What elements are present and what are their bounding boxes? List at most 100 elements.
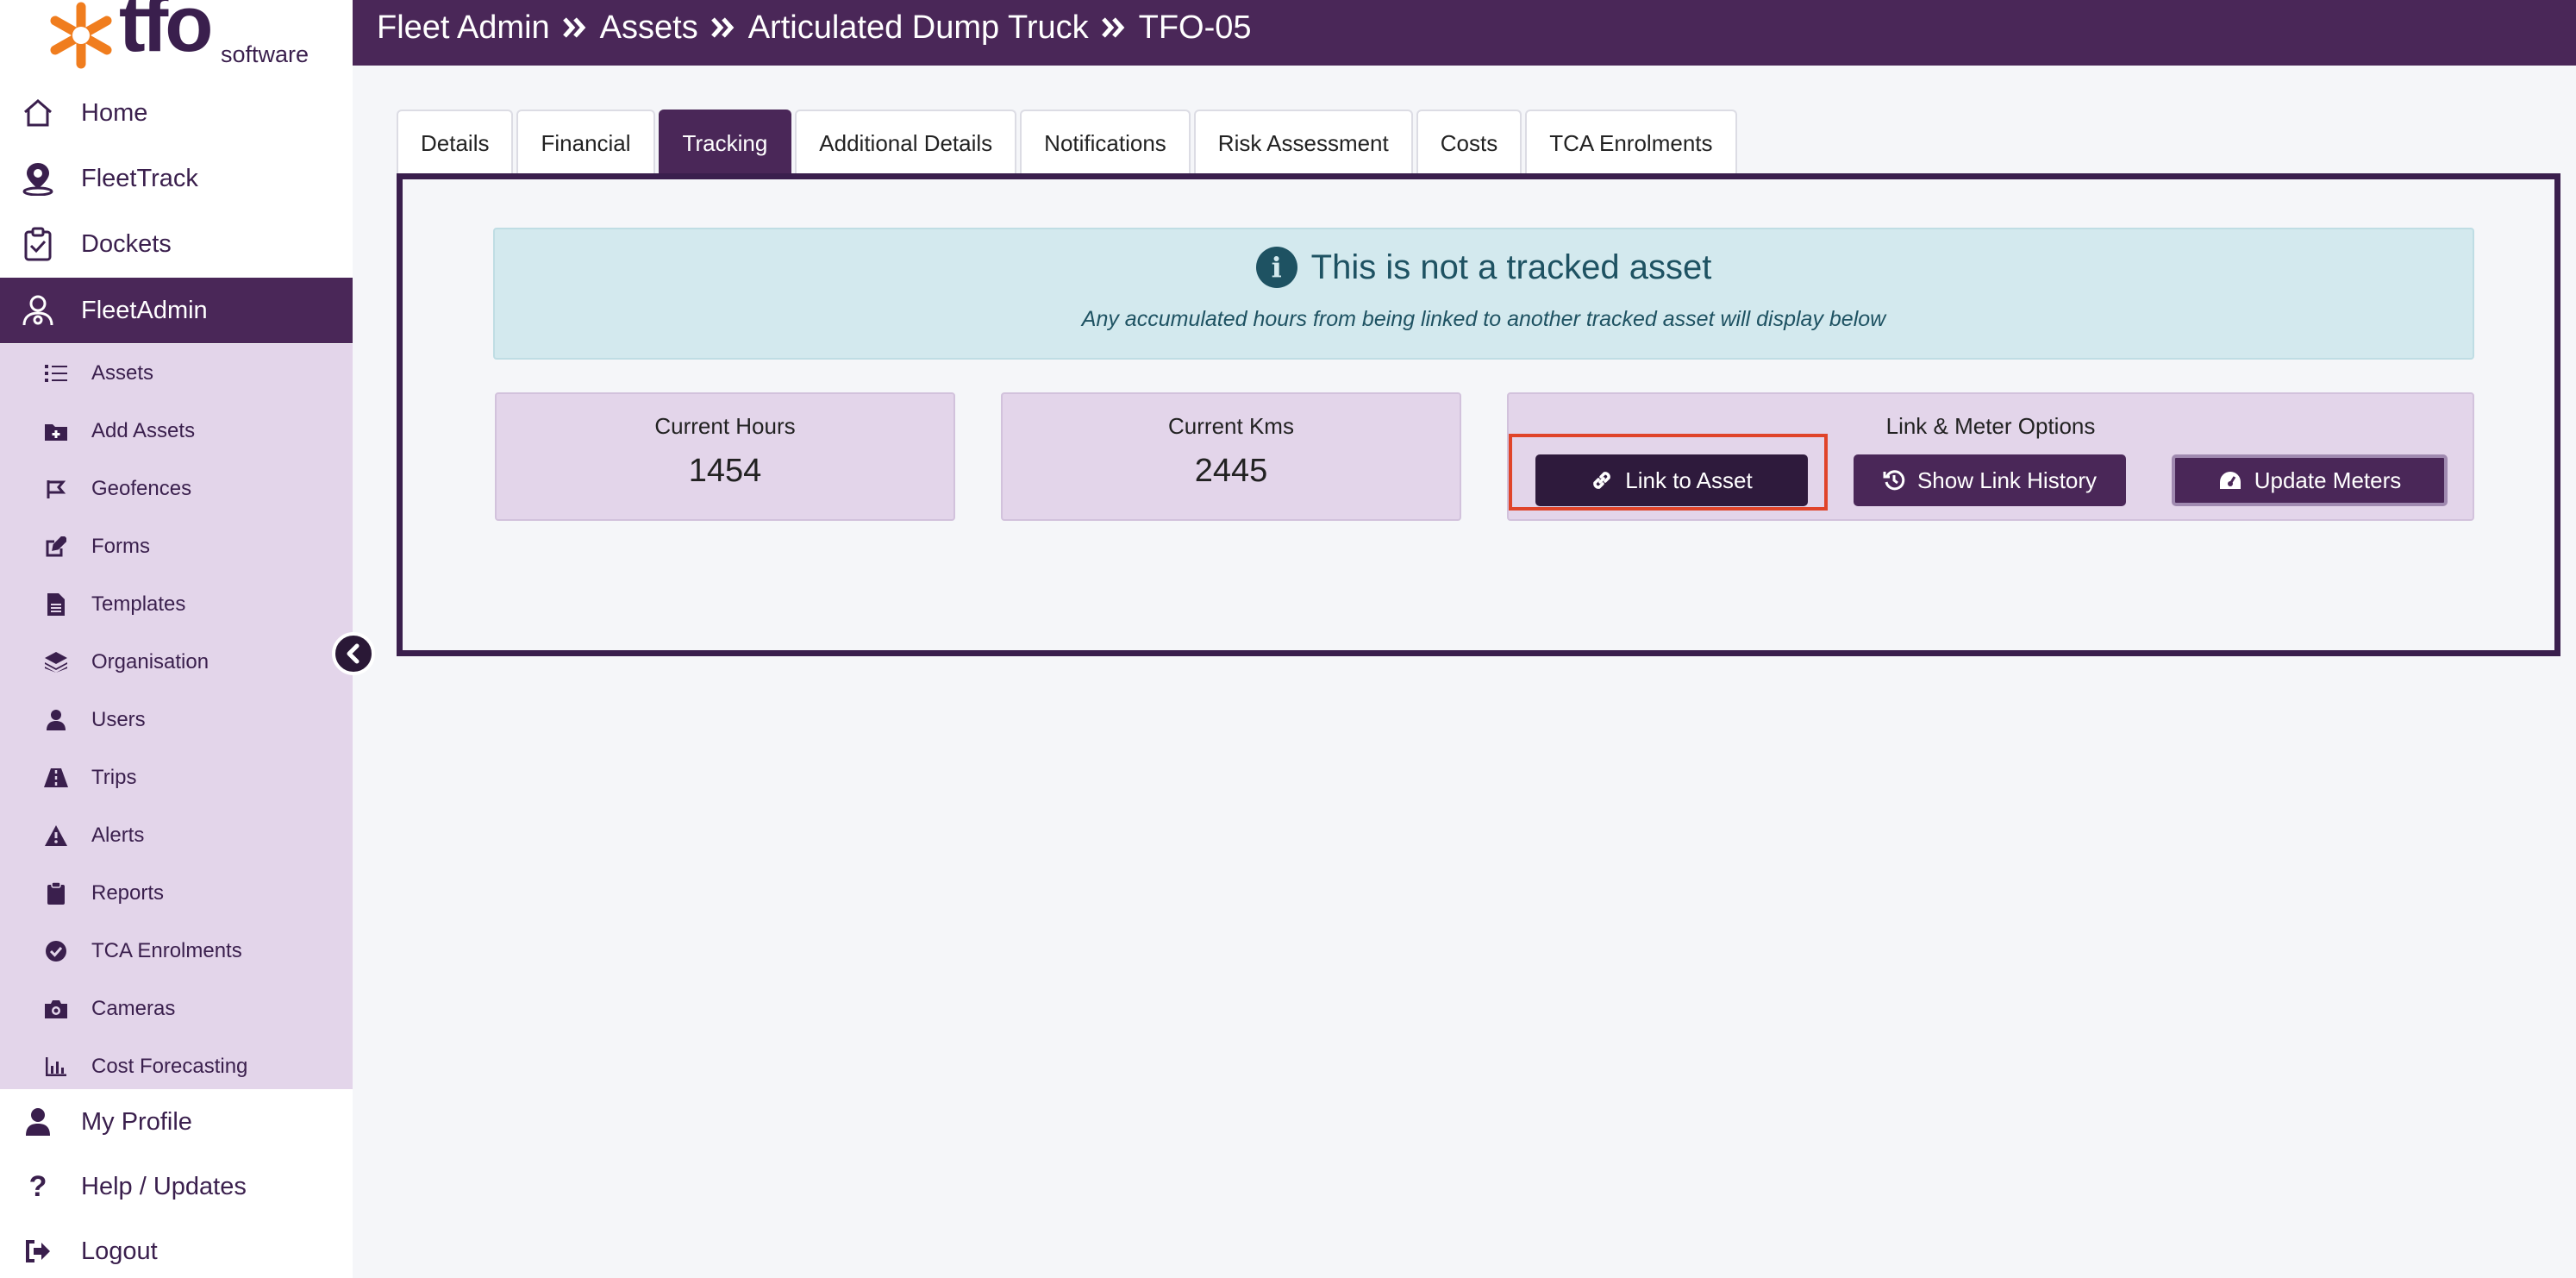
home-icon xyxy=(21,96,55,130)
sidebar-item-label: Geofences xyxy=(91,477,192,500)
tab-costs[interactable]: Costs xyxy=(1416,110,1522,175)
sidebar-item-label: Alerts xyxy=(91,824,145,847)
sidebar-item-label: Add Assets xyxy=(91,419,196,442)
sidebar-item-label: Templates xyxy=(91,592,186,616)
logout-icon xyxy=(21,1234,55,1269)
sidebar-item-label: FleetAdmin xyxy=(81,297,208,324)
clipboard-check-icon xyxy=(21,227,55,261)
sidebar-item-label: Trips xyxy=(91,766,137,789)
show-link-history-button[interactable]: Show Link History xyxy=(1854,454,2126,506)
camera-icon xyxy=(43,997,69,1021)
breadcrumb-item[interactable]: Fleet Admin xyxy=(377,0,550,55)
check-circle-icon xyxy=(43,939,69,963)
update-meters-label: Update Meters xyxy=(2254,467,2402,493)
bar-chart-icon xyxy=(43,1055,69,1079)
tab-risk-assessment[interactable]: Risk Assessment xyxy=(1193,110,1413,175)
tab-tca-enrolments[interactable]: TCA Enrolments xyxy=(1525,110,1737,175)
list-icon xyxy=(43,361,69,385)
tab-tracking[interactable]: Tracking xyxy=(658,110,792,175)
flag-icon xyxy=(43,477,69,501)
road-icon xyxy=(43,766,69,790)
info-icon: i xyxy=(1255,247,1297,288)
sidebar-item-label: My Profile xyxy=(81,1108,192,1136)
sidebar-item-help-updates[interactable]: ? Help / Updates xyxy=(0,1154,353,1219)
tab-details[interactable]: Details xyxy=(397,110,514,175)
highlight-box xyxy=(1509,434,1828,511)
gauge-icon xyxy=(2219,472,2241,489)
double-chevron-right-icon xyxy=(710,17,735,38)
tab-notifications[interactable]: Notifications xyxy=(1020,110,1191,175)
sidebar-item-label: TCA Enrolments xyxy=(91,939,242,962)
sidebar-item-users[interactable]: Users xyxy=(0,691,353,749)
user-icon xyxy=(43,708,69,732)
folder-plus-icon xyxy=(43,419,69,443)
sidebar-item-organisation[interactable]: Organisation xyxy=(0,633,353,691)
sidebar-item-label: Reports xyxy=(91,881,165,905)
file-icon xyxy=(43,592,69,617)
sidebar-item-dockets[interactable]: Dockets xyxy=(0,211,353,277)
sidebar-collapse-button[interactable] xyxy=(332,632,375,675)
breadcrumb: Fleet Admin Assets Articulated Dump Truc… xyxy=(377,0,1252,55)
sidebar-item-label: Home xyxy=(81,99,148,127)
current-kms-card: Current Kms 2445 xyxy=(1001,392,1461,521)
alert-title: This is not a tracked asset xyxy=(1310,247,1712,286)
location-pin-icon xyxy=(21,161,55,196)
fleetadmin-submenu: Assets Add Assets Geofences Forms Templa… xyxy=(0,344,353,1089)
breadcrumb-current: TFO-05 xyxy=(1138,9,1252,46)
asset-tabs: Details Financial Tracking Additional De… xyxy=(397,110,1741,175)
edit-icon xyxy=(43,535,69,559)
tab-financial[interactable]: Financial xyxy=(516,110,655,175)
sidebar-item-label: Users xyxy=(91,708,146,731)
current-kms-value: 2445 xyxy=(1194,453,1268,489)
sidebar-item-templates[interactable]: Templates xyxy=(0,575,353,633)
sidebar-item-cameras[interactable]: Cameras xyxy=(0,980,353,1037)
sidebar-item-my-profile[interactable]: My Profile xyxy=(0,1089,353,1155)
user-icon xyxy=(21,1105,55,1139)
sidebar-item-trips[interactable]: Trips xyxy=(0,749,353,806)
alert-subtitle: Any accumulated hours from being linked … xyxy=(1081,307,1886,331)
sidebar-item-cost-forecasting[interactable]: Cost Forecasting xyxy=(0,1037,353,1095)
user-gear-icon xyxy=(21,293,55,328)
history-icon xyxy=(1883,470,1905,491)
question-icon: ? xyxy=(28,1169,47,1203)
sidebar-item-label: Organisation xyxy=(91,650,209,673)
sidebar-item-add-assets[interactable]: Add Assets xyxy=(0,402,353,460)
breadcrumb-item[interactable]: Assets xyxy=(600,0,698,55)
double-chevron-right-icon xyxy=(562,17,586,38)
sidebar-item-assets[interactable]: Assets xyxy=(0,344,353,402)
sidebar-item-label: FleetTrack xyxy=(81,165,198,192)
sidebar-item-logout[interactable]: Logout xyxy=(0,1218,353,1278)
chevron-left-icon xyxy=(347,643,360,664)
sidebar-item-home[interactable]: Home xyxy=(0,80,353,146)
breadcrumb-item[interactable]: Articulated Dump Truck xyxy=(748,0,1089,55)
current-hours-card: Current Hours 1454 xyxy=(495,392,955,521)
update-meters-button[interactable]: Update Meters xyxy=(2172,454,2448,506)
sidebar-item-label: Assets xyxy=(91,361,154,385)
current-kms-label: Current Kms xyxy=(1168,413,1294,439)
asterisk-logo-icon xyxy=(50,2,112,69)
show-link-history-label: Show Link History xyxy=(1916,467,2098,493)
sidebar: tfo software Home FleetTrack Dockets Fle… xyxy=(0,0,353,1278)
sidebar-item-reports[interactable]: Reports xyxy=(0,864,353,922)
sidebar-item-label: Cost Forecasting xyxy=(91,1055,248,1078)
logo-subtext: software xyxy=(221,41,309,67)
sidebar-item-label: Dockets xyxy=(81,230,172,258)
sidebar-item-geofences[interactable]: Geofences xyxy=(0,460,353,517)
tracking-panel: i This is not a tracked asset Any accumu… xyxy=(397,173,2560,656)
sidebar-item-alerts[interactable]: Alerts xyxy=(0,806,353,864)
sidebar-item-label: Forms xyxy=(91,535,150,558)
layers-icon xyxy=(43,650,69,674)
sidebar-item-forms[interactable]: Forms xyxy=(0,517,353,575)
current-hours-value: 1454 xyxy=(688,453,762,489)
sidebar-item-tca-enrolments[interactable]: TCA Enrolments xyxy=(0,922,353,980)
tab-additional-details[interactable]: Additional Details xyxy=(795,110,1017,175)
sidebar-item-fleettrack[interactable]: FleetTrack xyxy=(0,146,353,211)
current-hours-label: Current Hours xyxy=(654,413,796,439)
sidebar-item-fleetadmin[interactable]: FleetAdmin xyxy=(0,278,353,343)
alert-title-row: i This is not a tracked asset xyxy=(495,247,2473,288)
tfo-logo[interactable]: tfo software xyxy=(48,0,341,79)
sidebar-item-label: Help / Updates xyxy=(81,1173,247,1200)
top-header-bar: Fleet Admin Assets Articulated Dump Truc… xyxy=(353,0,2576,66)
sidebar-item-label: Cameras xyxy=(91,997,176,1020)
double-chevron-right-icon xyxy=(1101,17,1124,38)
